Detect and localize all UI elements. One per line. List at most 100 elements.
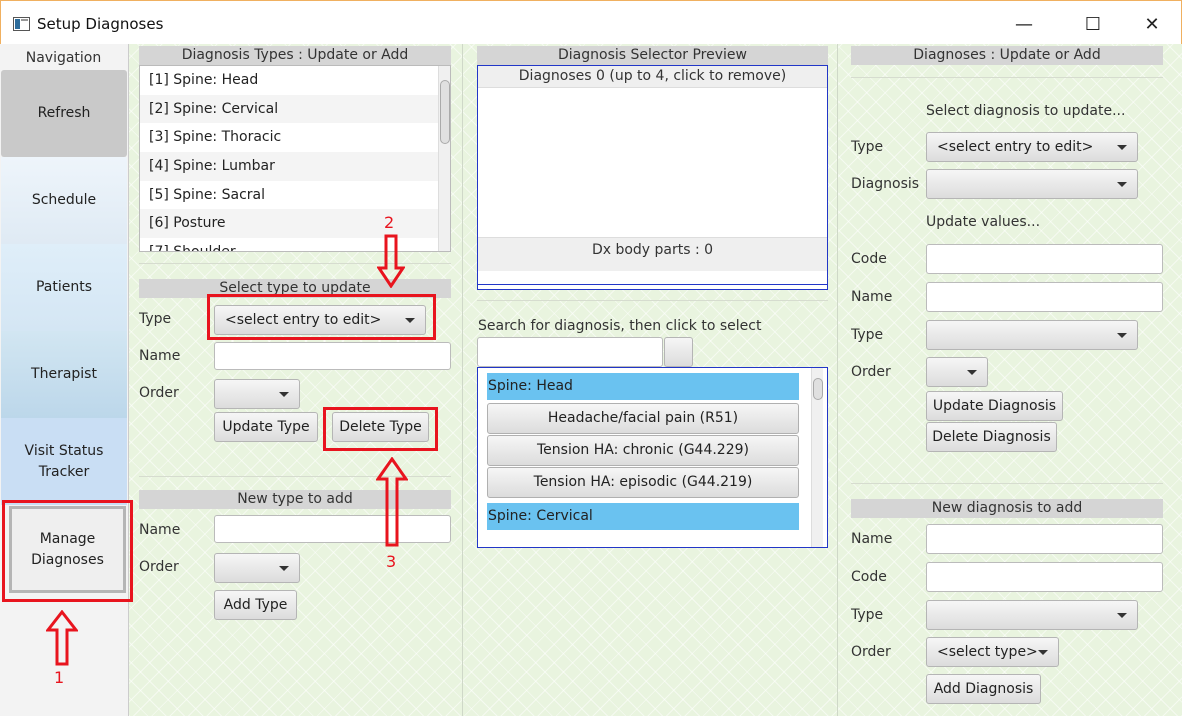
chevron-down-icon [967,370,977,375]
name-label: Name [139,348,181,364]
new-dx-type-select[interactable] [926,600,1138,630]
annotation-number-2: 2 [384,213,395,232]
scrollbar-thumb[interactable] [440,80,450,144]
divider [477,300,828,301]
chevron-down-icon [1117,182,1127,187]
dx-code-input[interactable] [926,244,1163,274]
new-type-order-select[interactable] [214,553,300,583]
nav-patients-label: Patients [35,279,93,295]
new-type-name-input[interactable] [214,515,451,543]
update-type-button[interactable]: Update Type [214,412,318,442]
nav-schedule-button[interactable]: Schedule [1,157,127,244]
divider [851,77,1163,78]
new-dx-order-label: Order [851,644,891,660]
scrollbar-thumb[interactable] [813,378,823,400]
body-parts-count: Dx body parts : 0 [478,237,827,271]
delete-diagnosis-button[interactable]: Delete Diagnosis [926,422,1057,452]
new-dx-type-label: Type [851,607,884,623]
new-order-label: Order [139,559,179,575]
group-header: Spine: Head [487,373,799,400]
arrow-up-icon [46,610,78,666]
divider [851,483,1163,484]
search-label: Search for diagnosis, then click to sele… [478,318,762,334]
dx-type2-select[interactable] [926,320,1138,350]
list-item[interactable]: [4] Spine: Lumbar [140,152,450,181]
new-dx-order-select[interactable]: <select type> [926,637,1059,667]
dx-type-select[interactable]: <select entry to edit> [926,132,1138,162]
title-bar: Setup Diagnoses — ☐ ✕ [0,0,1182,44]
diagnosis-search-input[interactable] [477,337,663,367]
column-divider [837,44,838,716]
dx-type-label: Type [851,139,884,155]
chevron-down-icon [1117,333,1127,338]
main-content: Navigation Refresh Schedule Patients The… [0,44,1182,716]
chevron-down-icon [1117,145,1127,150]
selector-splitter[interactable] [477,284,828,290]
annotation-number-1: 1 [54,668,65,687]
nav-schedule-label: Schedule [31,192,97,208]
dx-type2-label: Type [851,327,884,343]
new-dx-name-label: Name [851,531,893,547]
dx-order-label: Order [851,364,891,380]
dx-order-select[interactable] [926,357,988,387]
selected-diagnoses-box[interactable]: Diagnoses 0 (up to 4, click to remove) D… [477,65,828,286]
diagnoses-update-header: Diagnoses : Update or Add [851,46,1163,65]
column-divider [462,44,463,716]
add-type-button[interactable]: Add Type [214,590,297,620]
annotation-box-3 [323,407,438,451]
group-header: Spine: Cervical [487,503,799,530]
dx-name-label: Name [851,289,893,305]
list-item[interactable]: [1] Spine: Head [140,66,450,95]
diagnosis-option-button[interactable]: Tension HA: chronic (G44.229) [487,435,799,466]
new-dx-order-value: <select type> [937,644,1038,660]
type-order-select[interactable] [214,379,300,409]
diagnosis-types-list[interactable]: [1] Spine: Head [2] Spine: Cervical [3] … [139,65,451,252]
nav-refresh-label: Refresh [37,105,91,121]
annotation-box-2 [207,294,436,340]
window-title: Setup Diagnoses [37,15,164,33]
chevron-down-icon [279,392,289,397]
selected-diagnoses-title: Diagnoses 0 (up to 4, click to remove) [478,66,827,88]
code-label: Code [851,251,887,267]
nav-refresh-button[interactable]: Refresh [1,70,127,157]
search-clear-button[interactable] [664,337,693,367]
order-label: Order [139,385,179,401]
nav-patients-button[interactable]: Patients [1,244,127,331]
new-dx-code-input[interactable] [926,562,1163,592]
diagnosis-select[interactable] [926,169,1138,199]
chevron-down-icon [1038,650,1048,655]
new-dx-name-input[interactable] [926,524,1163,554]
new-dx-code-label: Code [851,569,887,585]
selector-scrollbar[interactable] [811,368,823,547]
minimize-icon[interactable]: — [1001,9,1047,41]
diagnosis-types-header: Diagnosis Types : Update or Add [139,46,451,65]
nav-therapist-label: Therapist [31,366,97,382]
update-diagnosis-button[interactable]: Update Diagnosis [926,391,1063,421]
update-values-label: Update values... [926,214,1041,230]
annotation-number-3: 3 [386,552,397,571]
close-icon[interactable]: ✕ [1129,9,1175,41]
new-name-label: Name [139,522,181,538]
diagnosis-option-button[interactable]: Headache/facial pain (R51) [487,403,799,434]
list-item[interactable]: [5] Spine: Sacral [140,181,450,210]
list-item[interactable]: [3] Spine: Thoracic [140,123,450,152]
arrow-up-icon [376,457,408,547]
type-name-input[interactable] [214,342,451,370]
nav-visit-status-tracker-button[interactable]: Visit Status Tracker [1,418,127,505]
type-label: Type [139,311,172,327]
preview-header: Diagnosis Selector Preview [477,46,828,65]
list-item[interactable]: [2] Spine: Cervical [140,94,450,124]
add-diagnosis-button[interactable]: Add Diagnosis [926,674,1041,704]
chevron-down-icon [1117,613,1127,618]
diagnosis-option-button[interactable]: Tension HA: episodic (G44.219) [487,467,799,498]
arrow-down-icon [377,234,405,288]
dx-name-input[interactable] [926,282,1163,312]
nav-therapist-button[interactable]: Therapist [1,331,127,418]
new-diagnosis-header: New diagnosis to add [851,499,1163,518]
chevron-down-icon [279,566,289,571]
diagnosis-label: Diagnosis [851,176,920,192]
types-list-scrollbar[interactable] [438,66,450,251]
maximize-icon[interactable]: ☐ [1070,9,1116,41]
select-diagnosis-label: Select diagnosis to update... [926,103,1126,119]
dx-type-select-value: <select entry to edit> [937,139,1094,155]
